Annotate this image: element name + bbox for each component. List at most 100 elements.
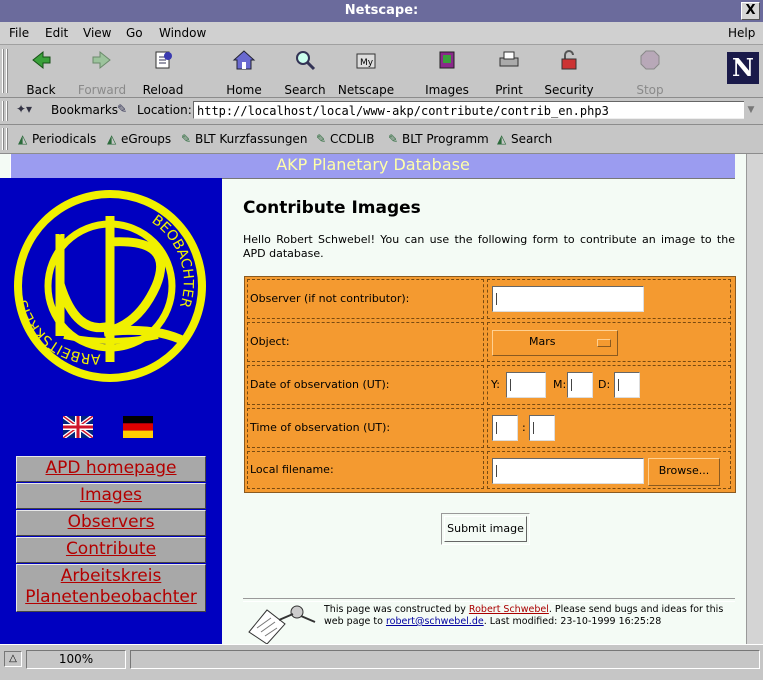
bookmark-periodicals[interactable]: ◭ Periodicals [18,132,96,146]
menu-help[interactable]: Help [728,26,755,40]
bookmarks-button[interactable]: Bookmarks [51,103,118,117]
title-bar: Netscape: X [0,0,763,22]
file-cell: Browse... [487,451,731,489]
hour-input[interactable] [492,415,518,441]
zoom-level: 100% [26,650,126,669]
email-link[interactable]: robert@schwebel.de [386,616,484,627]
search-icon [293,49,317,71]
back-button[interactable]: Back [11,48,71,97]
images-button[interactable]: Images [417,48,477,97]
bookmark-search[interactable]: ◭ Search [497,132,552,146]
url-input[interactable]: http://localhost/local/www-akp/contribut… [193,101,745,119]
folder-icon: ◭ [107,132,117,146]
time-cell: : [487,408,731,448]
close-button[interactable]: X [741,2,760,20]
bookmark-pen-icon: ✎ [316,132,327,146]
page-title: Contribute Images [243,198,421,218]
minute-input[interactable] [529,415,555,441]
menu-go[interactable]: Go [126,26,143,40]
search-button[interactable]: Search [275,48,335,97]
svg-text:My: My [360,58,374,68]
nav-arbeitskreis[interactable]: Arbeitskreis Planetenbeobachter [16,564,206,612]
bookmark-label: BLT Kurzfassungen [195,132,308,146]
personal-grip[interactable] [2,128,10,150]
left-sidebar: PLANETEN ARBEITSKREIS BEOBACHTER APD hom… [0,178,222,644]
object-select[interactable]: Mars [492,330,618,356]
status-bar: △ 100% [0,644,763,680]
bookmarks-icon[interactable]: ✦▾ [16,102,32,116]
home-button[interactable]: Home [214,48,274,97]
menu-window[interactable]: Window [159,26,206,40]
observer-cell [487,279,731,319]
date-cell: Y: M: D: [487,365,731,405]
home-icon [232,49,256,71]
bookmark-pen-icon: ✎ [181,132,192,146]
site-banner: AKP Planetary Database [10,154,735,179]
day-input[interactable] [614,372,640,398]
bookmark-ccdlib[interactable]: ✎ CCDLIB [316,132,374,146]
author-link[interactable]: Robert Schwebel [469,604,549,615]
security-button[interactable]: Security [539,48,599,97]
nav-images[interactable]: Images [16,483,206,509]
forward-button[interactable]: Forward [72,48,132,97]
english-flag-icon[interactable] [63,416,93,438]
observer-input[interactable] [492,286,644,312]
menu-view[interactable]: View [83,26,111,40]
vertical-scrollbar[interactable] [746,154,763,644]
contribute-form: Observer (if not contributor): Object: M… [244,276,736,493]
filename-input[interactable] [492,458,644,484]
day-label: D: [598,378,611,391]
reload-icon [151,49,175,71]
menu-bar: File Edit View Go Window Help [0,22,763,45]
menu-edit[interactable]: Edit [45,26,68,40]
print-button[interactable]: Print [479,48,539,97]
bookmark-blt-kurzfassungen[interactable]: ✎ BLT Kurzfassungen [181,132,307,146]
personal-toolbar: ◭ Periodicals ◭ eGroups ✎ BLT Kurzfassungen… [0,125,763,154]
form-row-observer: Observer (if not contributor): [245,279,735,319]
submit-image-button[interactable]: Submit image [444,516,527,542]
month-input[interactable] [567,372,593,398]
toolbar-grip[interactable] [2,49,10,93]
mail-letter-icon [248,605,316,644]
location-label: Location: [137,103,192,117]
folder-icon: ◭ [497,132,507,146]
netscape-button[interactable]: My Netscape [336,48,396,97]
browse-button[interactable]: Browse... [648,458,720,486]
stop-button[interactable]: Stop [620,48,680,97]
print-label: Print [495,83,523,97]
lock-icon [557,49,581,71]
menu-file[interactable]: File [9,26,29,40]
year-input[interactable] [506,372,546,398]
home-label: Home [226,83,262,97]
bookmark-label: BLT Programm [402,132,489,146]
form-row-object: Object: Mars [245,322,735,362]
images-icon [435,49,459,71]
netscape-logo[interactable]: N [727,52,759,84]
page-proxy-icon[interactable]: ✎ [117,102,127,116]
observer-label: Observer (if not contributor): [247,279,484,319]
back-label: Back [26,83,56,97]
nav-apd-homepage[interactable]: APD homepage [16,456,206,482]
security-lock-icon[interactable]: △ [4,651,22,667]
nav-contribute[interactable]: Contribute [16,537,206,563]
reload-button[interactable]: Reload [133,48,193,97]
location-grip[interactable] [2,101,10,121]
stop-label: Stop [636,83,664,97]
bookmark-pen-icon: ✎ [388,132,399,146]
netscape-label: Netscape [337,83,395,97]
nav-observers[interactable]: Observers [16,510,206,536]
form-row-time: Time of observation (UT): : [245,408,735,448]
time-separator: : [522,421,526,434]
footer-text-3: . Last modified: 23-10-1999 16:25:28 [483,616,662,627]
submit-frame: Submit image [441,513,530,545]
forward-arrow-icon [90,49,114,71]
bookmark-label: CCDLIB [330,132,375,146]
german-flag-icon[interactable] [123,416,153,438]
reload-label: Reload [142,83,184,97]
select-indicator-icon [597,339,611,347]
bookmark-blt-programm[interactable]: ✎ BLT Programm [388,132,489,146]
object-label: Object: [247,322,484,362]
status-message [130,650,760,669]
bookmark-egroups[interactable]: ◭ eGroups [107,132,171,146]
url-dropdown-icon[interactable]: ▼ [744,101,758,119]
